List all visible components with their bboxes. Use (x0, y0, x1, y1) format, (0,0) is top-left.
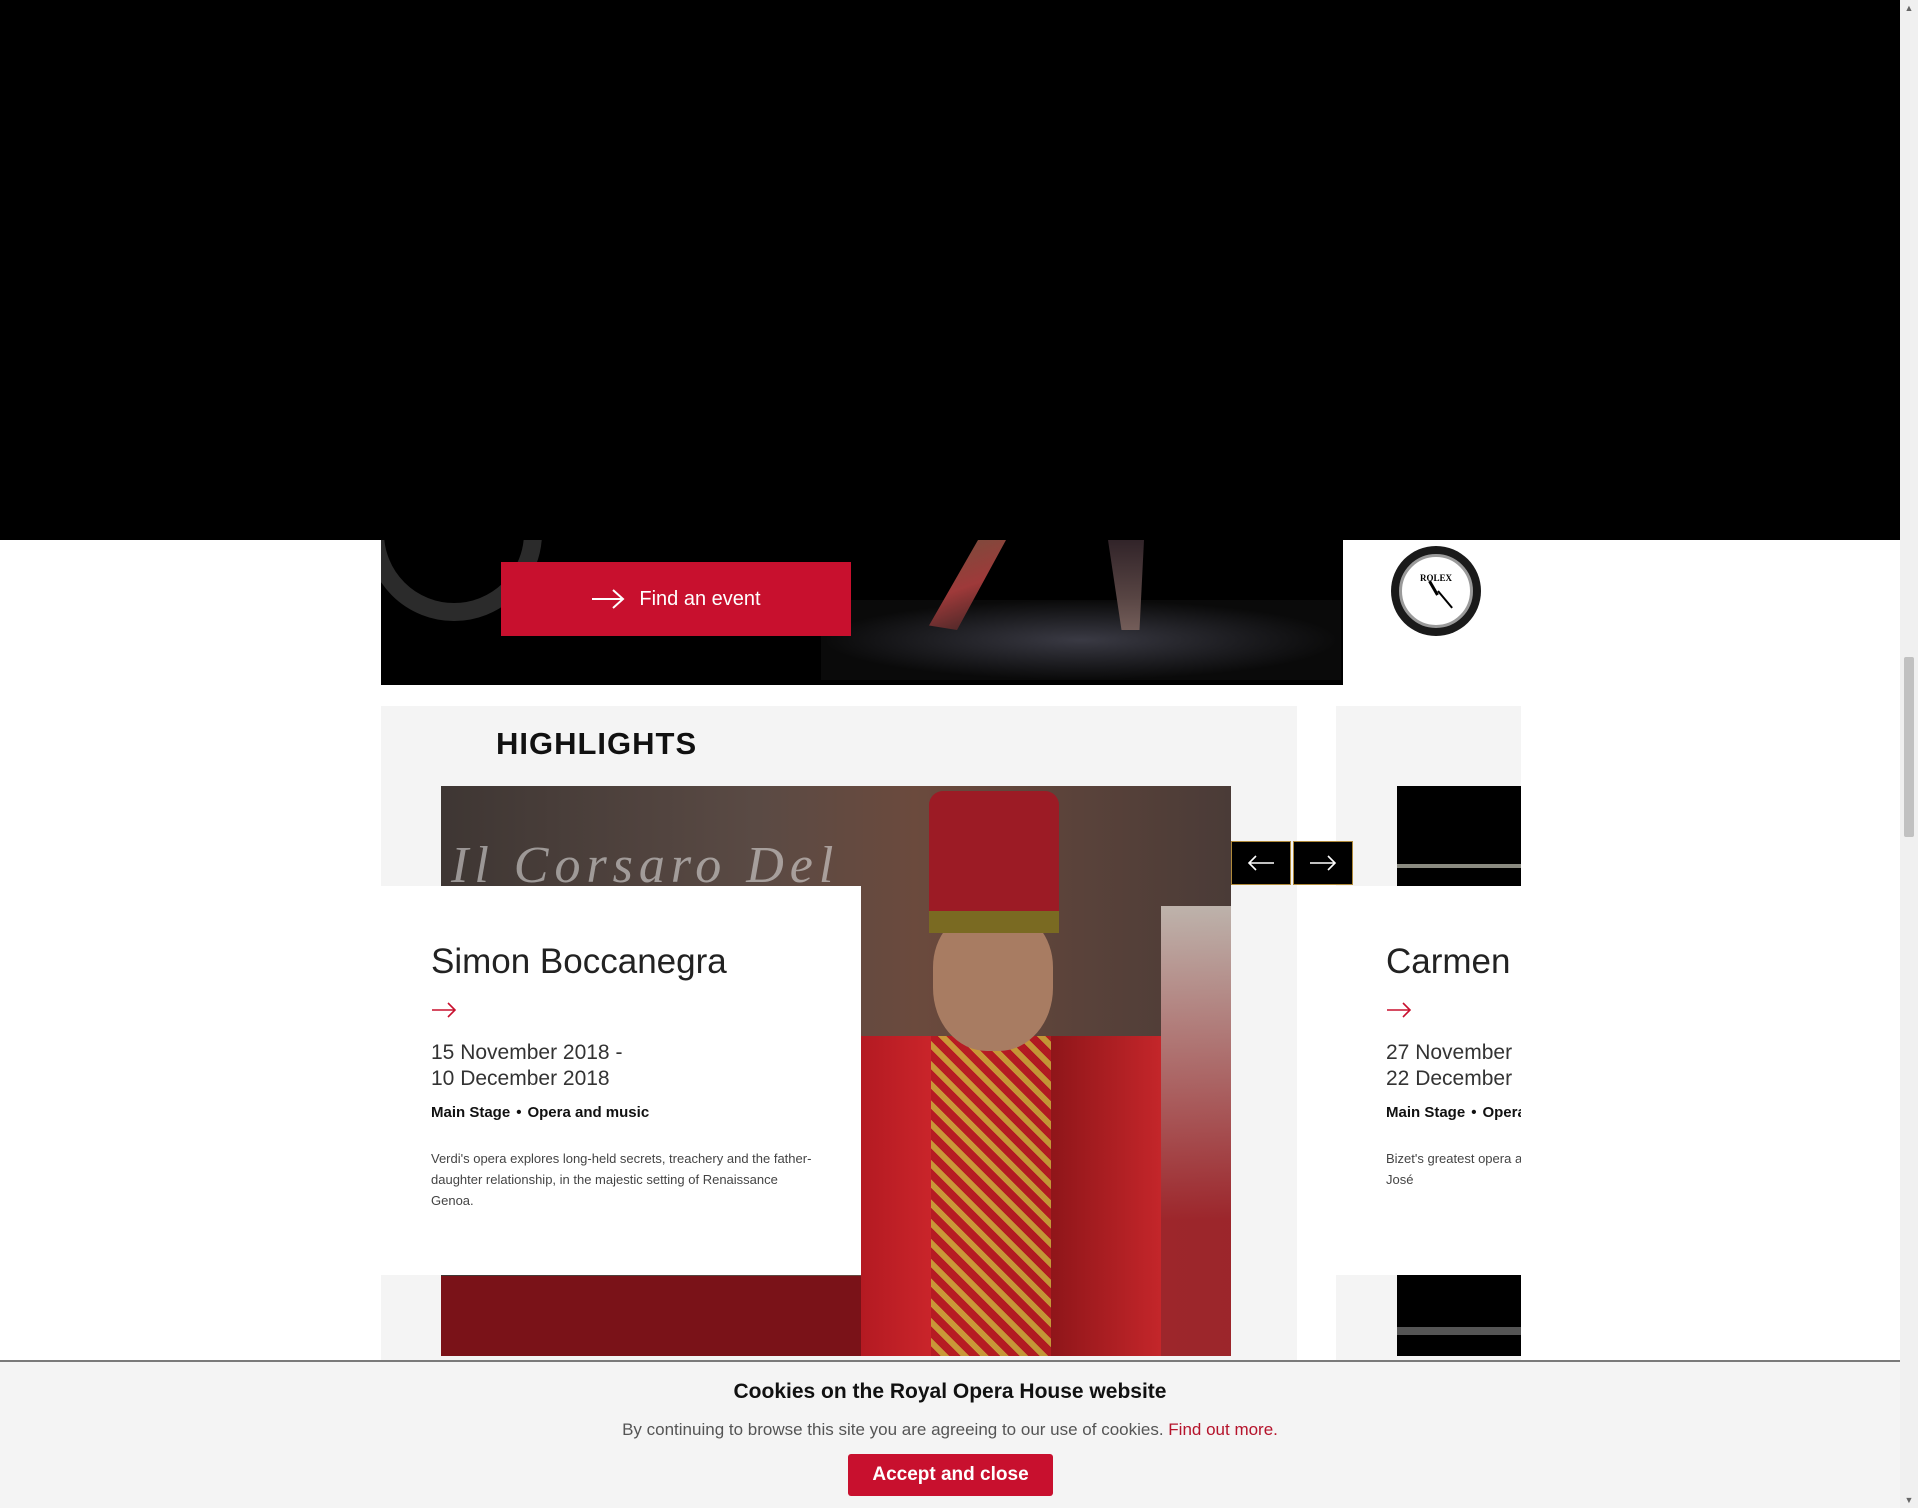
event-card: Simon Boccanegra 15 November 2018 - 10 D… (381, 886, 861, 1275)
event-meta: Main Stage • Opera and music (1386, 1104, 1521, 1121)
scroll-up-icon[interactable]: ▲ (1904, 3, 1914, 13)
event-title[interactable]: Simon Boccanegra (431, 942, 727, 982)
arrow-right-icon (1310, 855, 1337, 871)
event-date-end: 10 December 2018 (431, 1067, 610, 1090)
image-stole (931, 1036, 1051, 1356)
event-date-start: 15 November 2018 - (431, 1041, 623, 1064)
arrow-left-icon (1247, 855, 1274, 871)
image-hat (929, 791, 1059, 933)
cookie-title: Cookies on the Royal Opera House website (733, 1380, 1167, 1403)
event-description: Bizet's greatest opera and seductive Car… (1386, 1151, 1521, 1187)
arrow-right-icon[interactable] (1386, 1002, 1412, 1018)
event-venue: Main Stage (431, 1104, 511, 1121)
stage-glow (821, 600, 1341, 680)
event-category: Opera and music (1482, 1104, 1521, 1121)
event-image-next[interactable] (1397, 786, 1521, 886)
event-date-start: 27 November (1386, 1041, 1513, 1064)
event-date-end: 22 December (1386, 1067, 1513, 1090)
image-drape (1161, 906, 1231, 1356)
video-area (0, 0, 1900, 540)
carousel-prev-button[interactable] (1231, 841, 1291, 885)
rolex-clock[interactable]: ROLEX (1391, 546, 1481, 636)
scrollbar-thumb[interactable] (1904, 657, 1914, 837)
accept-close-button[interactable]: Accept and close (848, 1454, 1053, 1496)
find-out-more-link[interactable]: Find out more. (1168, 1420, 1278, 1439)
cookie-text: By continuing to browse this site you ar… (0, 1420, 1900, 1440)
clock-face: ROLEX (1399, 554, 1473, 628)
bullet-separator: • (1471, 1104, 1477, 1121)
event-image-next-bottom[interactable] (1397, 1275, 1521, 1356)
find-event-button[interactable]: Find an event (501, 562, 851, 636)
find-event-label: Find an event (639, 587, 761, 610)
clock-brand-label: ROLEX (1419, 573, 1452, 583)
highlights-heading: HIGHLIGHTS (496, 726, 698, 761)
event-dates: 27 November 22 December (1386, 1040, 1512, 1092)
event-dates: 15 November 2018 - 10 December 2018 (431, 1040, 622, 1092)
image-cloak (441, 1276, 861, 1356)
event-card-next: Carmen 27 November 22 December Main Stag… (1336, 886, 1521, 1275)
event-description: Verdi's opera explores long-held secrets… (431, 1151, 812, 1208)
carousel-next-button[interactable] (1293, 841, 1353, 885)
cookie-message: By continuing to browse this site you ar… (622, 1420, 1164, 1439)
event-meta: Main Stage • Opera and music (431, 1104, 649, 1121)
event-venue: Main Stage (1386, 1104, 1466, 1121)
event-title[interactable]: Carmen (1386, 942, 1510, 982)
arrow-right-icon (592, 589, 625, 609)
scroll-down-icon[interactable]: ▼ (1904, 1495, 1914, 1505)
page-scrollbar[interactable]: ▲ ▼ (1900, 0, 1918, 1508)
cookie-banner: Cookies on the Royal Opera House website… (0, 1360, 1900, 1508)
arrow-right-icon[interactable] (431, 1002, 457, 1018)
clock-minute-hand (1437, 590, 1453, 609)
event-category: Opera and music (527, 1104, 650, 1121)
bullet-separator: • (516, 1104, 522, 1121)
